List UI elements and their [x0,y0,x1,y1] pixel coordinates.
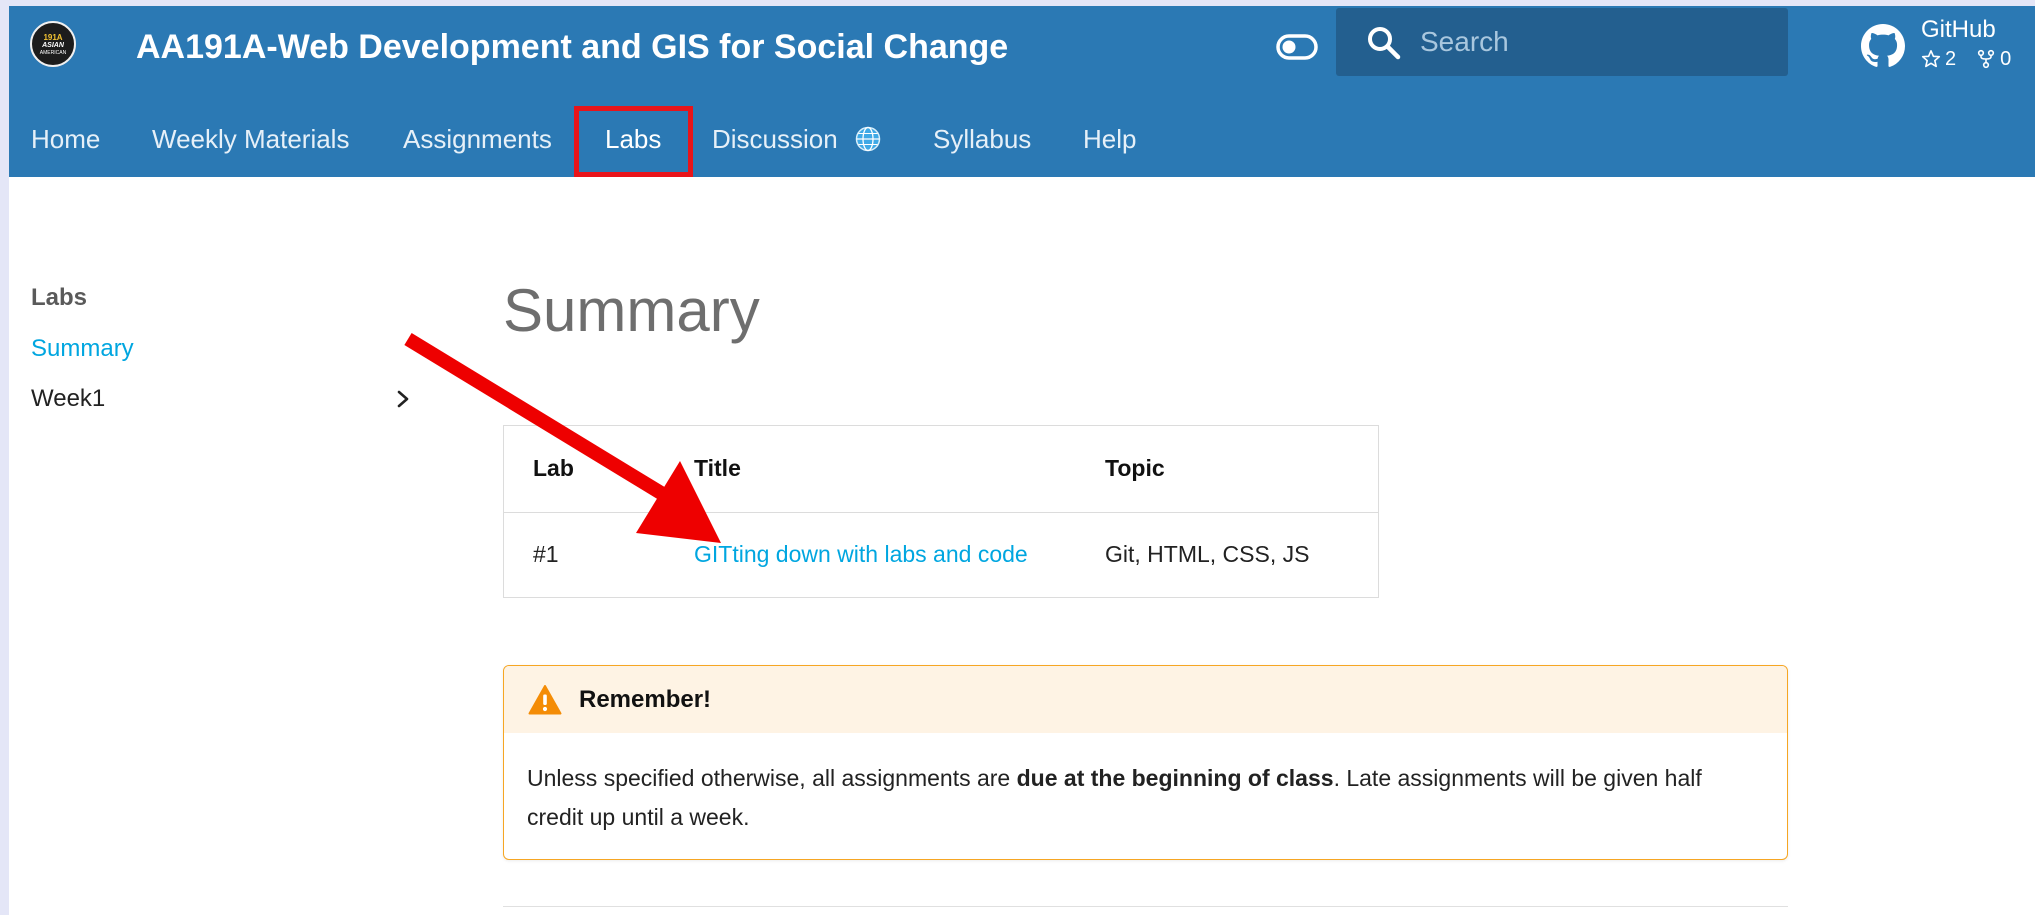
sidebar-item-summary[interactable]: Summary [31,333,134,365]
tab-discussion-label: Discussion [712,124,838,154]
sidebar-item-week1[interactable]: Week1 [31,383,105,415]
warning-icon [528,685,562,715]
lab-1-link[interactable]: GITting down with labs and code [694,541,1028,567]
page-title: Summary [503,277,760,344]
chevron-right-icon[interactable] [393,389,413,409]
tab-help[interactable]: Help [1083,102,1136,177]
site-logo[interactable]: 191A ASIAN AMERICAN [30,21,76,67]
site-header: 191A ASIAN AMERICAN AA191A-Web Developme… [9,6,2035,177]
labs-table: Lab Title Topic #1 GITting down with lab… [503,425,1379,598]
callout-text-bold: due at the beginning of class [1016,765,1334,791]
search-icon [1368,27,1401,60]
github-icon [1861,24,1905,67]
star-icon [1921,49,1941,68]
page-frame: 191A ASIAN AMERICAN AA191A-Web Developme… [9,6,2035,915]
cell-title: GITting down with labs and code [694,512,1105,597]
logo-line-1: 191A [43,32,63,42]
callout-body: Unless specified otherwise, all assignme… [504,733,1787,837]
color-scheme-toggle-icon[interactable] [1276,33,1318,61]
site-title[interactable]: AA191A-Web Development and GIS for Socia… [136,24,1008,70]
labs-tab-highlight-box [574,106,693,177]
github-repo-link[interactable]: GitHub 2 0 [1854,10,2029,76]
globe-icon [855,126,881,152]
logo-line-3: AMERICAN [39,49,67,56]
table-row: #1 GITting down with labs and code Git, … [504,512,1378,597]
tab-home[interactable]: Home [31,102,100,177]
github-star-count: 2 [1945,48,1957,70]
content-divider [503,906,1788,907]
search-input[interactable] [1420,16,1770,68]
search-box[interactable] [1336,8,1788,76]
sidebar-heading: Labs [31,284,88,311]
github-fork-count: 0 [2000,48,2012,70]
column-header-lab: Lab [504,426,694,513]
column-header-topic: Topic [1105,426,1378,513]
callout-header: Remember! [504,666,1787,733]
fork-icon [1978,49,1995,69]
table-header-row: Lab Title Topic [504,426,1378,513]
column-header-title: Title [694,426,1105,513]
github-label: GitHub [1921,16,1996,43]
github-stats: 2 0 [1921,48,2011,70]
logo-line-2: ASIAN [42,41,64,49]
callout-text-start: Unless specified otherwise, all assignme… [527,765,1017,791]
tab-discussion[interactable]: Discussion [712,102,881,177]
cell-topic: Git, HTML, CSS, JS [1105,541,1310,568]
tab-weekly-materials[interactable]: Weekly Materials [152,102,349,177]
warning-callout: Remember! Unless specified otherwise, al… [503,665,1788,860]
tab-assignments[interactable]: Assignments [403,102,552,177]
tab-syllabus[interactable]: Syllabus [933,102,1031,177]
callout-title: Remember! [579,686,712,713]
cell-lab: #1 [533,541,559,568]
